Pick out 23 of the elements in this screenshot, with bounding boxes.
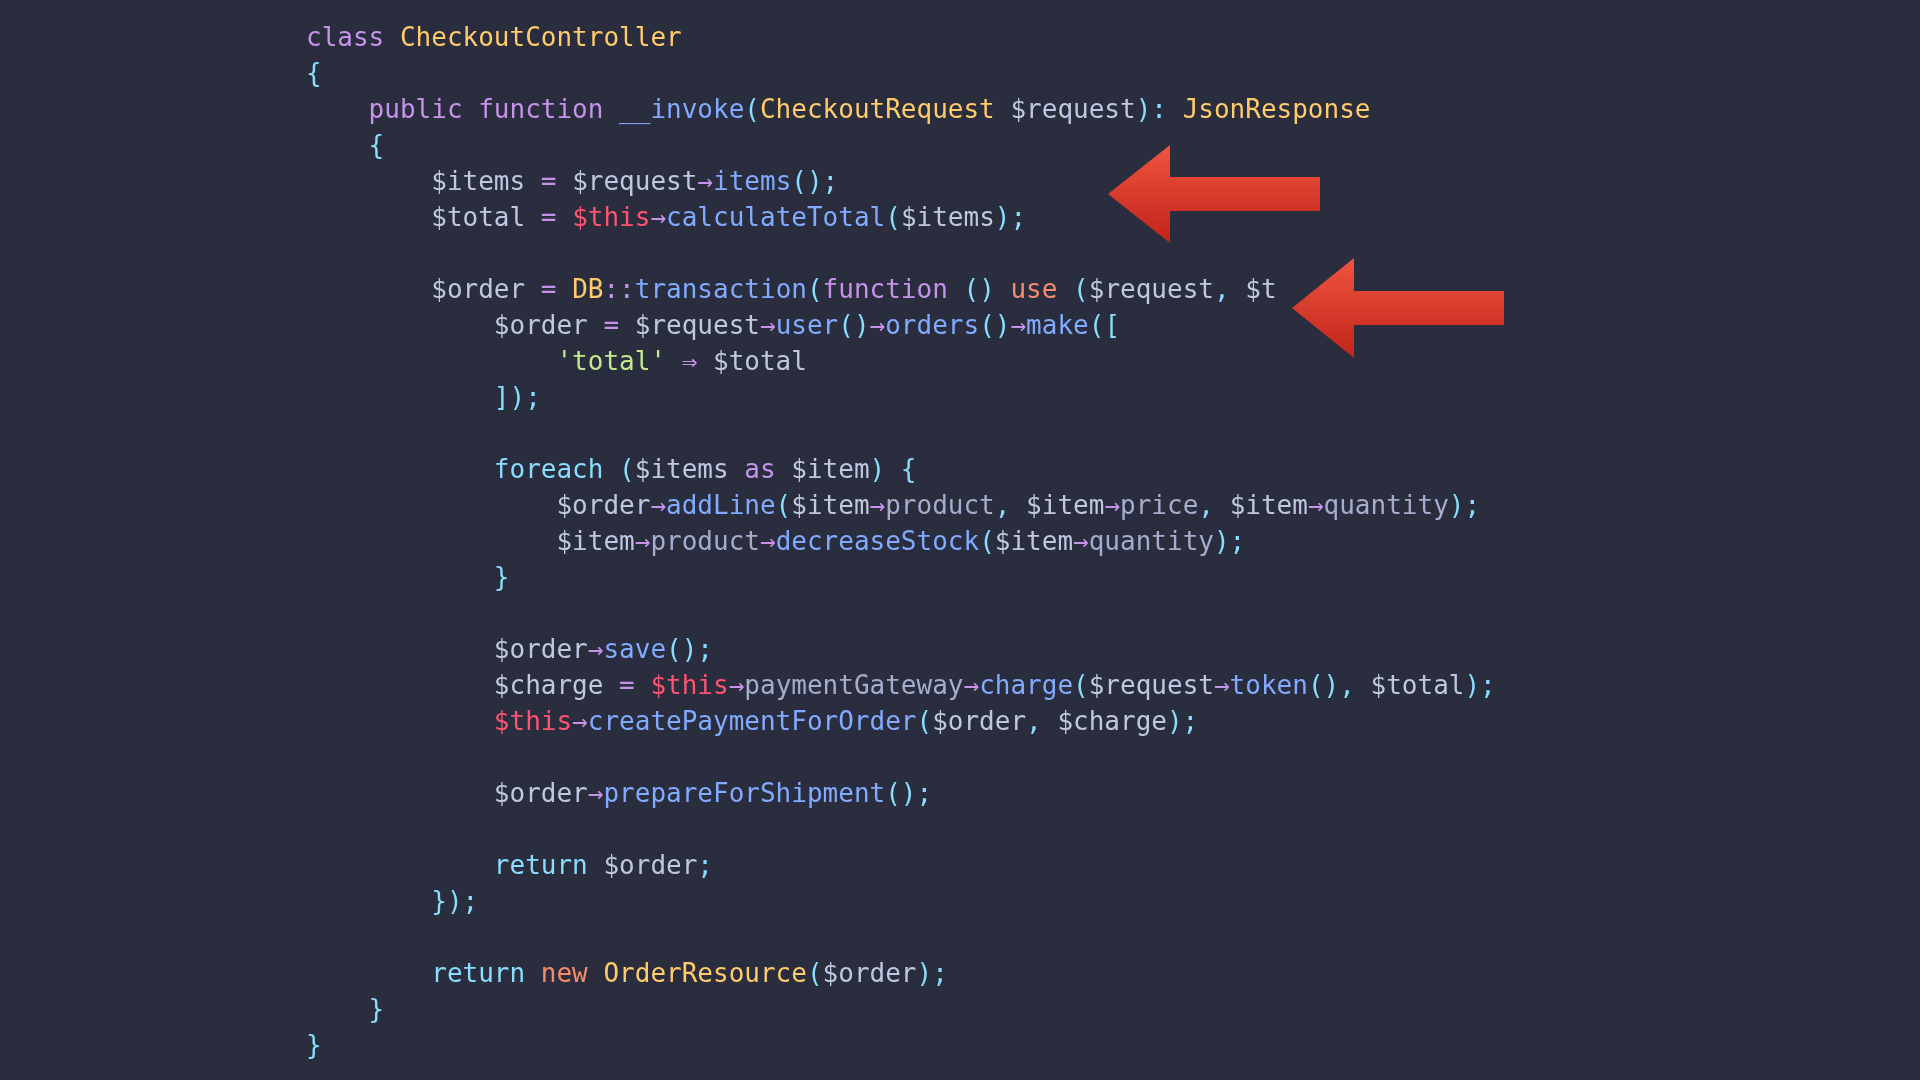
code-line: $this→createPaymentForOrder($order, $charge); (492, 705, 1199, 738)
code-line: $order→save(); (492, 633, 713, 666)
code-line: public function __invoke(CheckoutRequest $request): JsonResponse (367, 93, 1371, 126)
code-line: $total = $this→calculateTotal($items); (430, 201, 1027, 234)
code-line: $item→product→decreaseStock($item→quantity); (555, 525, 1246, 558)
code-line: $order→prepareForShipment(); (492, 777, 933, 810)
code-line: } (367, 993, 385, 1026)
code-line: $charge = $this→paymentGateway→charge($request→token(), $total); (492, 669, 1496, 702)
code-line: $order = $request→user()→orders()→make([ (492, 309, 1121, 342)
code-line: ]); (492, 381, 541, 414)
code-line: } (306, 1029, 322, 1062)
code-line: class CheckoutController (306, 21, 682, 54)
code-line: { (306, 57, 322, 90)
code-line: $order = DB::transaction(function () use ($request, $t (430, 273, 1277, 306)
code-line: }); (430, 885, 479, 918)
code-line: } (492, 561, 510, 594)
code-line: $items = $request→items(); (430, 165, 839, 198)
code-line: return new OrderResource($order); (430, 957, 948, 990)
code-line: $order→addLine($item→product, $item→price, $item→quantity); (555, 489, 1481, 522)
code-line: { (367, 129, 385, 162)
code-line: 'total' ⇒ $total (555, 345, 807, 378)
code-line: foreach ($items as $item) { (492, 453, 917, 486)
code-line: return $order; (492, 849, 713, 882)
